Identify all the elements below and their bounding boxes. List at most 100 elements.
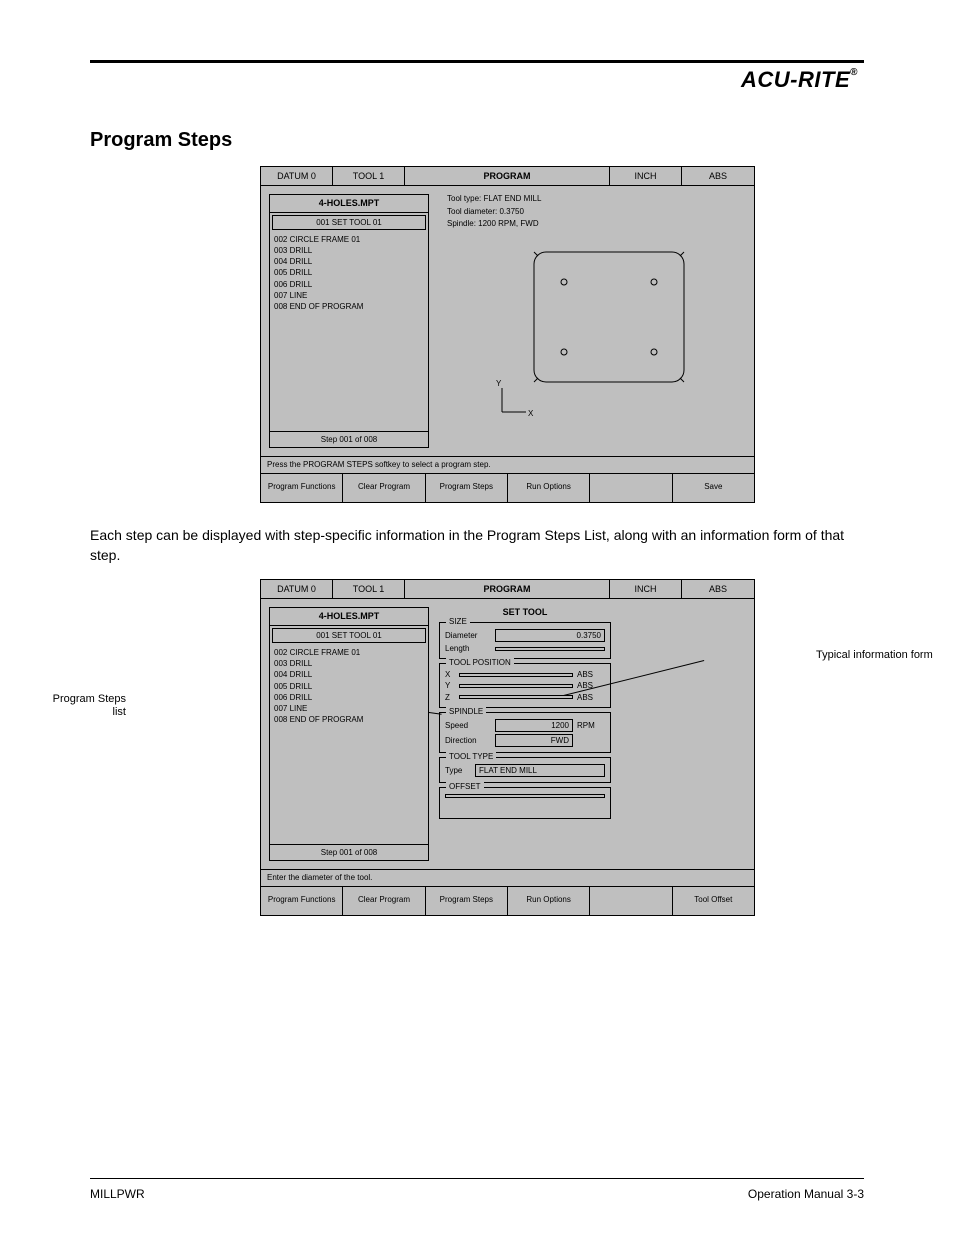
softkey-empty bbox=[590, 474, 672, 502]
brand-logo: ACU-RITE® bbox=[741, 67, 858, 93]
program-filename: 4-HOLES.MPT bbox=[270, 195, 428, 212]
form-group-position: TOOL POSITION X ABS Y ABS Z ABS bbox=[439, 663, 611, 708]
message-bar: Enter the diameter of the tool. bbox=[261, 869, 754, 885]
list-item[interactable]: 006 DRILL bbox=[274, 692, 424, 703]
screen-program-form: DATUM 0 TOOL 1 PROGRAM INCH ABS 4-HOLES.… bbox=[260, 579, 755, 916]
form-group-tooltype: TOOL TYPE Type FLAT END MILL bbox=[439, 757, 611, 783]
status-units: INCH bbox=[610, 580, 682, 598]
softkey-clear-program[interactable]: Clear Program bbox=[343, 887, 425, 915]
softkey-program-steps[interactable]: Program Steps bbox=[426, 887, 508, 915]
softkey-run-options[interactable]: Run Options bbox=[508, 887, 590, 915]
softkey-row: Program Functions Clear Program Program … bbox=[261, 886, 754, 915]
brand-row: ACU-RITE® bbox=[90, 67, 864, 93]
field-label: Speed bbox=[445, 721, 491, 730]
diameter-field[interactable]: 0.3750 bbox=[495, 629, 605, 642]
form-group-spindle: SPINDLE Speed 1200 RPM Direction FWD bbox=[439, 712, 611, 753]
brand-mark: ® bbox=[850, 67, 858, 78]
group-label: OFFSET bbox=[446, 782, 484, 791]
status-tool: TOOL 1 bbox=[333, 167, 405, 185]
list-item[interactable]: 004 DRILL bbox=[274, 669, 424, 680]
group-label: TOOL POSITION bbox=[446, 658, 514, 667]
step-info-form: SET TOOL SIZE Diameter 0.3750 Length TOO… bbox=[439, 605, 611, 863]
list-item[interactable]: 007 LINE bbox=[274, 703, 424, 714]
program-filename: 4-HOLES.MPT bbox=[270, 608, 428, 625]
graphic-panel-blank bbox=[613, 599, 754, 869]
list-item[interactable]: 002 CIRCLE FRAME 01 bbox=[274, 647, 424, 658]
program-step-selected[interactable]: 001 SET TOOL 01 bbox=[272, 628, 426, 643]
pos-y-field[interactable] bbox=[459, 684, 573, 688]
softkey-save[interactable]: Save bbox=[673, 474, 754, 502]
softkey-tool-offset[interactable]: Tool Offset bbox=[673, 887, 754, 915]
message-bar: Press the PROGRAM STEPS softkey to selec… bbox=[261, 456, 754, 472]
screen-body: 4-HOLES.MPT 001 SET TOOL 01 002 CIRCLE F… bbox=[261, 186, 754, 456]
unit-label: ABS bbox=[577, 693, 605, 702]
section-heading: Program Steps bbox=[90, 129, 864, 152]
length-field[interactable] bbox=[495, 647, 605, 651]
group-label: TOOL TYPE bbox=[446, 752, 496, 761]
brand-text: ACU-RITE bbox=[741, 67, 850, 92]
list-item[interactable]: 005 DRILL bbox=[274, 267, 424, 278]
softkey-empty bbox=[590, 887, 672, 915]
softkey-program-functions[interactable]: Program Functions bbox=[261, 474, 343, 502]
status-bar: DATUM 0 TOOL 1 PROGRAM INCH ABS bbox=[261, 167, 754, 185]
group-label: SIZE bbox=[446, 617, 470, 626]
softkey-clear-program[interactable]: Clear Program bbox=[343, 474, 425, 502]
program-step-counter: Step 001 of 008 bbox=[270, 431, 428, 447]
list-item[interactable]: 008 END OF PROGRAM bbox=[274, 301, 424, 312]
status-mode: PROGRAM bbox=[405, 580, 610, 598]
callout-list-label: Program Steps list bbox=[38, 693, 126, 719]
spindle-speed-field[interactable]: 1200 bbox=[495, 719, 573, 732]
program-step-selected[interactable]: 001 SET TOOL 01 bbox=[272, 215, 426, 230]
list-item[interactable]: 007 LINE bbox=[274, 290, 424, 301]
softkey-row: Program Functions Clear Program Program … bbox=[261, 473, 754, 502]
program-list-panel: 4-HOLES.MPT 001 SET TOOL 01 002 CIRCLE F… bbox=[269, 607, 429, 861]
footer-left: MILLPWR bbox=[90, 1187, 145, 1201]
list-item[interactable]: 003 DRILL bbox=[274, 658, 424, 669]
list-item[interactable]: 006 DRILL bbox=[274, 279, 424, 290]
program-list-panel: 4-HOLES.MPT 001 SET TOOL 01 002 CIRCLE F… bbox=[269, 194, 429, 448]
unit-label: ABS bbox=[577, 670, 605, 679]
screen-body: 4-HOLES.MPT 001 SET TOOL 01 002 CIRCLE F… bbox=[261, 599, 754, 869]
status-datum: DATUM 0 bbox=[261, 580, 333, 598]
toolpath-graphic: Y X bbox=[494, 212, 734, 422]
softkey-run-options[interactable]: Run Options bbox=[508, 474, 590, 502]
list-item[interactable]: 003 DRILL bbox=[274, 245, 424, 256]
list-item[interactable]: 002 CIRCLE FRAME 01 bbox=[274, 234, 424, 245]
tool-type-field[interactable]: FLAT END MILL bbox=[475, 764, 605, 777]
list-item[interactable]: 004 DRILL bbox=[274, 256, 424, 267]
footer-rule bbox=[90, 1178, 864, 1179]
program-step-list[interactable]: 002 CIRCLE FRAME 01 003 DRILL 004 DRILL … bbox=[270, 645, 428, 844]
body-paragraph: Each step can be displayed with step-spe… bbox=[90, 525, 864, 566]
pos-x-field[interactable] bbox=[459, 673, 573, 677]
axis-label: X bbox=[445, 670, 455, 679]
program-graphic-panel: Tool type: FLAT END MILL Tool diameter: … bbox=[437, 186, 754, 456]
status-tool: TOOL 1 bbox=[333, 580, 405, 598]
status-units: INCH bbox=[610, 167, 682, 185]
spindle-dir-field[interactable]: FWD bbox=[495, 734, 573, 747]
softkey-program-steps[interactable]: Program Steps bbox=[426, 474, 508, 502]
callout-form-label: Typical information form bbox=[816, 649, 936, 662]
unit-label: ABS bbox=[577, 681, 605, 690]
unit-label: RPM bbox=[577, 721, 605, 730]
header-rule bbox=[90, 60, 864, 63]
list-item[interactable]: 008 END OF PROGRAM bbox=[274, 714, 424, 725]
form-group-size: SIZE Diameter 0.3750 Length bbox=[439, 622, 611, 659]
status-abs: ABS bbox=[682, 167, 754, 185]
field-label: Diameter bbox=[445, 631, 491, 640]
status-mode: PROGRAM bbox=[405, 167, 610, 185]
screen2-wrap: Program Steps list Typical information f… bbox=[90, 579, 864, 916]
field-label: Type bbox=[445, 766, 471, 775]
pos-z-field[interactable] bbox=[459, 695, 573, 699]
footer-right: Operation Manual 3-3 bbox=[748, 1187, 864, 1201]
offset-field[interactable] bbox=[445, 794, 605, 798]
form-group-offset: OFFSET bbox=[439, 787, 611, 819]
status-bar: DATUM 0 TOOL 1 PROGRAM INCH ABS bbox=[261, 580, 754, 598]
softkey-program-functions[interactable]: Program Functions bbox=[261, 887, 343, 915]
page-footer: MILLPWR Operation Manual 3-3 bbox=[90, 1187, 864, 1201]
axis-label: Z bbox=[445, 693, 455, 702]
list-item[interactable]: 005 DRILL bbox=[274, 681, 424, 692]
program-step-list[interactable]: 002 CIRCLE FRAME 01 003 DRILL 004 DRILL … bbox=[270, 232, 428, 431]
screen-program: DATUM 0 TOOL 1 PROGRAM INCH ABS 4-HOLES.… bbox=[260, 166, 755, 503]
svg-text:X: X bbox=[528, 409, 534, 418]
svg-text:Y: Y bbox=[496, 379, 502, 388]
